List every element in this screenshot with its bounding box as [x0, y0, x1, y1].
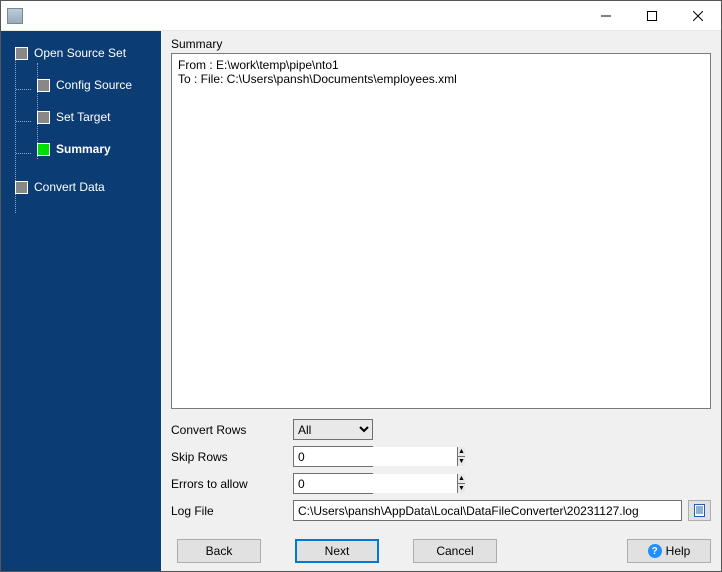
tree-item-open-source-set[interactable]: Open Source Set [7, 41, 161, 65]
wizard-tree: Open Source Set Config Source Set Target… [1, 41, 161, 199]
skip-rows-label: Skip Rows [171, 450, 293, 464]
row-errors-allow: Errors to allow ▲ ▼ [171, 473, 711, 494]
summary-text[interactable]: From : E:\work\temp\pipe\nto1 To : File:… [171, 53, 711, 409]
cancel-button[interactable]: Cancel [413, 539, 497, 563]
tree-item-label: Set Target [56, 110, 110, 124]
next-button[interactable]: Next [295, 539, 379, 563]
main-panel: Summary From : E:\work\temp\pipe\nto1 To… [161, 31, 721, 571]
convert-rows-label: Convert Rows [171, 423, 293, 437]
titlebar [1, 1, 721, 31]
errors-allow-label: Errors to allow [171, 477, 293, 491]
tree-item-label: Summary [56, 142, 111, 156]
back-button[interactable]: Back [177, 539, 261, 563]
spinner-up-icon[interactable]: ▲ [458, 447, 465, 457]
options-panel: Convert Rows All Skip Rows ▲ ▼ Errors to… [171, 419, 711, 527]
tree-node-icon [15, 181, 28, 194]
skip-rows-input[interactable] [294, 447, 457, 466]
spinner-up-icon[interactable]: ▲ [458, 474, 465, 484]
document-icon [693, 504, 706, 517]
tree-item-label: Config Source [56, 78, 132, 92]
maximize-button[interactable] [629, 1, 675, 31]
convert-rows-select[interactable]: All [293, 419, 373, 440]
log-file-input[interactable] [293, 500, 682, 521]
row-skip-rows: Skip Rows ▲ ▼ [171, 446, 711, 467]
tree-item-label: Convert Data [34, 180, 105, 194]
tree-node-icon [37, 111, 50, 124]
app-icon [7, 8, 23, 24]
errors-allow-input[interactable] [294, 474, 457, 493]
help-icon: ? [648, 544, 662, 558]
sidebar: Open Source Set Config Source Set Target… [1, 31, 161, 571]
errors-allow-spinner[interactable]: ▲ ▼ [293, 473, 373, 494]
row-convert-rows: Convert Rows All [171, 419, 711, 440]
close-button[interactable] [675, 1, 721, 31]
content: Open Source Set Config Source Set Target… [1, 31, 721, 571]
tree-item-label: Open Source Set [34, 46, 126, 60]
tree-item-set-target[interactable]: Set Target [7, 105, 161, 129]
tree-item-convert-data[interactable]: Convert Data [7, 175, 161, 199]
spinner-down-icon[interactable]: ▼ [458, 457, 465, 466]
window-controls [583, 1, 721, 31]
help-button[interactable]: ? Help [627, 539, 711, 563]
tree-item-config-source[interactable]: Config Source [7, 73, 161, 97]
log-file-browse-button[interactable] [688, 500, 711, 521]
summary-label: Summary [171, 37, 711, 51]
tree-item-summary[interactable]: Summary [7, 137, 161, 161]
skip-rows-spinner[interactable]: ▲ ▼ [293, 446, 373, 467]
tree-node-icon [37, 143, 50, 156]
log-file-label: Log File [171, 504, 293, 518]
minimize-button[interactable] [583, 1, 629, 31]
spinner-down-icon[interactable]: ▼ [458, 484, 465, 493]
button-row: Back Next Cancel ? Help [171, 539, 711, 563]
tree-node-icon [15, 47, 28, 60]
row-log-file: Log File [171, 500, 711, 521]
tree-node-icon [37, 79, 50, 92]
